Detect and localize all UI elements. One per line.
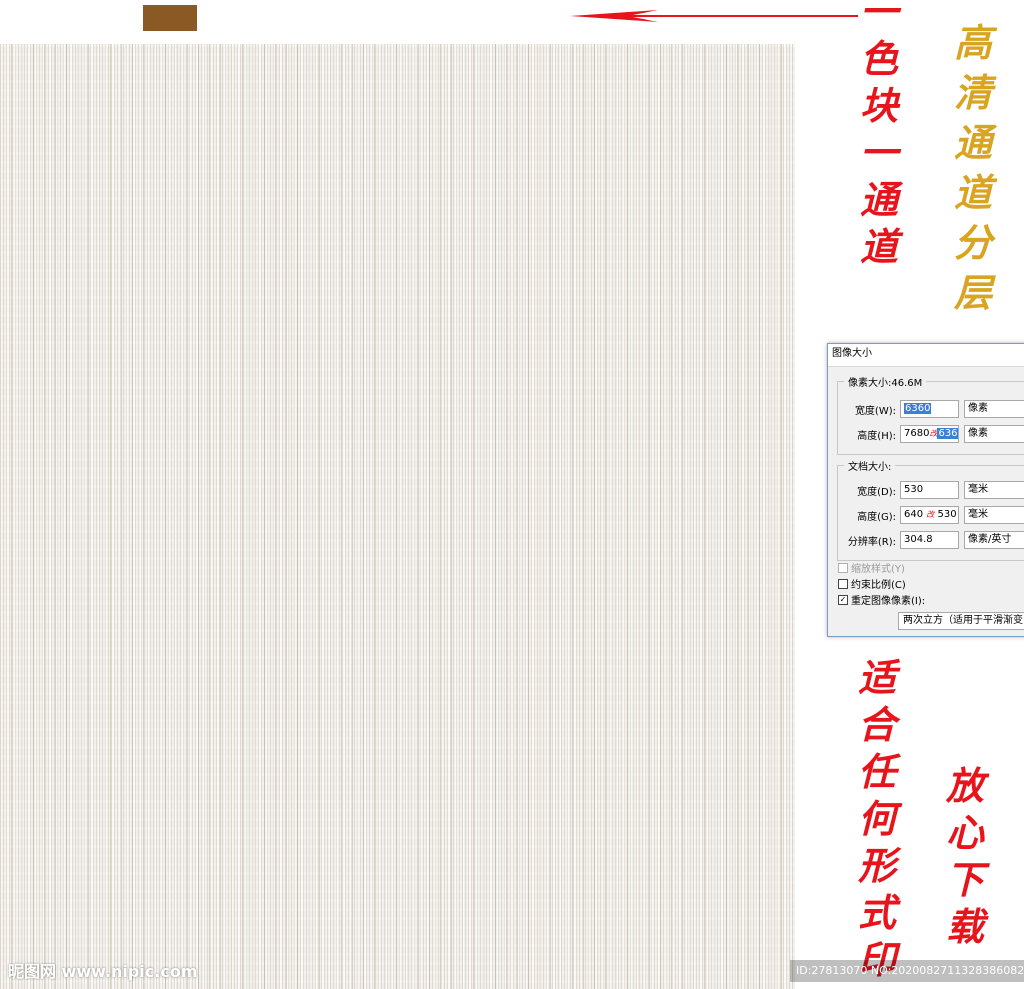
resolution-label: 分辨率(R): <box>847 536 896 548</box>
char: 任 <box>858 749 897 794</box>
pixel-height-row: 高度(H): 7680改6360 像素 <box>838 425 1024 443</box>
pixel-group-legend: 像素大小:46.6M <box>844 374 927 389</box>
doc-width-label: 宽度(D): <box>857 486 896 498</box>
char: 色 <box>860 36 899 81</box>
color-swatch <box>143 5 197 31</box>
char: 心 <box>946 810 985 855</box>
scale-styles-checkbox[interactable]: 缩放样式(Y) <box>838 560 905 575</box>
constrain-proportions-checkbox[interactable]: 约束比例(C) <box>838 576 906 591</box>
pixel-width-input[interactable]: 6360 <box>900 400 959 418</box>
pixel-width-row: 宽度(W): 6360 像素 <box>838 400 1024 418</box>
document-size-group: 文档大小: 宽度(D): 530 毫米 高度(G): 640 改 530 毫米 … <box>837 458 1024 561</box>
resolution-input[interactable]: 304.8 <box>900 531 959 549</box>
scale-styles-label: 缩放样式(Y) <box>851 564 905 575</box>
doc-height-label: 高度(G): <box>857 511 896 523</box>
checkmark-icon: ✓ <box>838 594 848 605</box>
char: 形 <box>858 843 897 888</box>
pixel-dimensions-group: 像素大小:46.6M 宽度(W): 6360 像素 高度(H): 7680改63… <box>837 374 1024 455</box>
char: 何 <box>858 796 897 841</box>
constrain-label: 约束比例(C) <box>851 580 906 591</box>
doc-width-unit-select[interactable]: 毫米 <box>964 481 1024 499</box>
char: 分 <box>954 220 993 265</box>
watermark-site: 昵图网 www.nipic.com <box>8 962 198 981</box>
char: 通 <box>954 120 993 165</box>
resolution-row: 分辨率(R): 304.8 像素/英寸 <box>838 531 1024 549</box>
wallpaper-texture <box>0 44 795 989</box>
char: 合 <box>858 702 897 747</box>
annotation-download: 放 心 下 载 <box>946 762 984 950</box>
doc-height-row: 高度(G): 640 改 530 毫米 <box>838 506 1024 524</box>
char: 高 <box>954 20 993 65</box>
pixel-height-input[interactable]: 7680改6360 <box>900 425 959 443</box>
image-size-dialog: 图像大小 像素大小:46.6M 宽度(W): 6360 像素 高度(H): 76… <box>827 343 1024 637</box>
resample-label: 重定图像像素(I): <box>851 596 926 607</box>
char: 放 <box>946 763 985 808</box>
resolution-unit-select[interactable]: 像素/英寸 <box>964 531 1024 549</box>
watermark-id: ID:27813070 NO:20200827113283860​82 <box>790 960 1024 982</box>
resample-method-select[interactable]: 两次立方（适用于平滑渐变 <box>898 612 1024 630</box>
doc-height-unit-select[interactable]: 毫米 <box>964 506 1024 524</box>
char: 通 <box>860 177 899 222</box>
resample-checkbox[interactable]: ✓ 重定图像像素(I): <box>838 592 925 607</box>
checkbox-box <box>838 562 848 573</box>
char: 块 <box>860 83 899 128</box>
doc-width-input[interactable]: 530 <box>900 481 959 499</box>
annotation-color-block: 一 色 块 一 通 道 <box>860 0 898 270</box>
char: 适 <box>858 655 897 700</box>
pixel-height-unit-select[interactable]: 像素 <box>964 425 1024 443</box>
annotation-hd-channel: 高 清 通 道 分 层 <box>954 18 992 318</box>
annotation-any-form: 适 合 任 何 形 式 印 <box>858 654 896 983</box>
char: 道 <box>860 224 899 269</box>
arrow-left-icon <box>570 10 858 22</box>
doc-group-legend: 文档大小: <box>844 458 896 473</box>
char: 式 <box>858 890 897 935</box>
char: 载 <box>946 904 985 949</box>
char: 一 <box>860 130 899 175</box>
checkbox-box <box>838 578 848 589</box>
char: 道 <box>954 170 993 215</box>
doc-width-row: 宽度(D): 530 毫米 <box>838 481 1024 499</box>
dialog-title: 图像大小 <box>828 344 1024 367</box>
char: 下 <box>946 857 985 902</box>
pixel-width-unit-select[interactable]: 像素 <box>964 400 1024 418</box>
char: 层 <box>954 270 993 315</box>
pixel-width-label: 宽度(W): <box>854 405 896 417</box>
char: 清 <box>954 70 993 115</box>
char: 一 <box>860 0 899 34</box>
doc-height-input[interactable]: 640 改 530 <box>900 506 959 524</box>
pixel-height-label: 高度(H): <box>857 430 896 442</box>
